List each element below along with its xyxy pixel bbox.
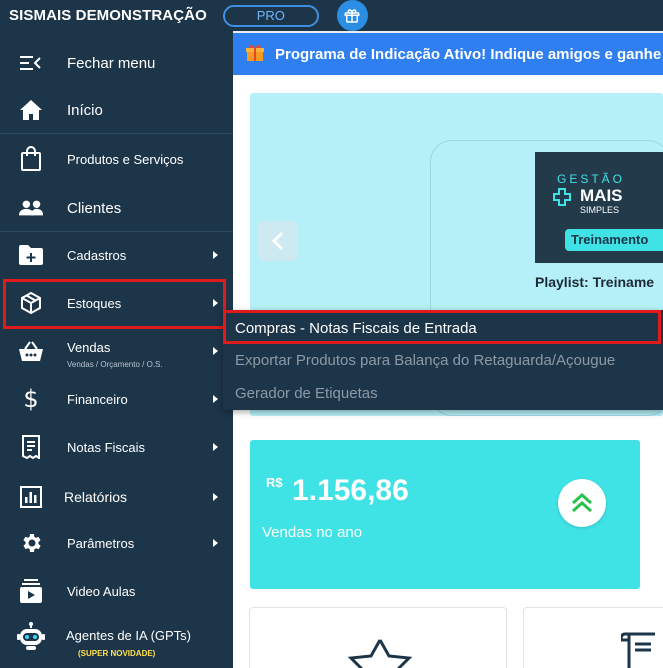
shopping-bag-icon [18,146,44,172]
scroll-up-button[interactable] [558,479,606,527]
sidebar-item-cadastros[interactable]: Cadastros [0,240,233,270]
video-library-icon [18,578,44,604]
chevron-right-icon [213,347,218,355]
top-bar: SISMAIS DEMONSTRAÇÃO PRO [0,0,663,31]
robot-icon [16,622,46,652]
sidebar-item-label: Produtos e Serviços [67,151,184,167]
sidebar-item-label: Video Aulas [67,583,136,599]
sidebar-divider [0,231,233,232]
sidebar-item-clients[interactable]: Clientes [0,193,233,223]
sales-label: Vendas no ano [262,524,363,541]
plan-badge[interactable]: PRO [222,4,319,27]
sidebar-item-label: Agentes de IA (GPTs) [66,628,192,643]
thumb-tag: Treinamento [565,229,663,251]
dollar-icon: $ [23,385,39,413]
gear-icon [18,530,44,556]
chevron-right-icon [213,251,218,259]
sidebar-item-label: Fechar menu [67,54,156,72]
sidebar-item-close-menu[interactable]: Fechar menu [0,48,233,78]
playlist-title-wrap: Playlist: Treiname [535,270,663,294]
currency-symbol: R$ [266,475,283,490]
gift-icon[interactable] [336,0,368,31]
estoques-highlight [3,279,226,329]
sidebar-item-ai-agents[interactable]: Agentes de IA (GPTs) [0,622,233,652]
gift-icon [245,42,265,66]
basket-icon [18,338,44,364]
carousel-prev-button[interactable] [258,221,298,261]
home-icon [18,97,44,123]
sidebar-item-products[interactable]: Produtos e Serviços [0,144,233,174]
sidebar-item-sublabel: Vendas / Orçamento / O.S. [67,360,163,369]
playlist-title[interactable]: Playlist: Treiname [535,274,654,290]
sidebar-divider [0,133,233,134]
sales-amount: 1.156,86 [292,474,409,507]
company-name: SISMAIS DEMONSTRAÇÃO [9,7,207,24]
sidebar-item-notas-fiscais[interactable]: Notas Fiscais [0,432,233,462]
star-icon [347,639,413,668]
thumb-line1: GESTÃO [557,172,626,186]
thumb-line2: MAIS [580,186,623,205]
sidebar-item-relatorios[interactable]: Relatórios [0,482,233,512]
chevron-right-icon [213,395,218,403]
sidebar-item-financeiro[interactable]: $ Financeiro [0,384,233,414]
chevron-right-icon [213,539,218,547]
shortcut-card[interactable] [249,607,507,668]
sidebar-item-home[interactable]: Início [0,95,233,125]
folder-plus-icon [18,242,44,268]
sidebar-item-label: Financeiro [67,391,128,407]
compras-highlight [223,310,661,344]
submenu-item-exportar-balanca[interactable]: Exportar Produtos para Balança do Retagu… [235,352,615,369]
sidebar-item-label: Cadastros [67,247,127,263]
sidebar-item-label: Parâmetros [67,535,135,551]
sidebar-item-parametros[interactable]: Parâmetros [0,528,233,558]
receipt-icon [18,434,44,460]
shortcut-card[interactable] [523,607,663,668]
video-thumbnail[interactable]: GESTÃO MAIS SIMPLES Treinamento [535,152,663,263]
new-feature-badge: (SUPER NOVIDADE) [78,649,156,658]
referral-banner[interactable]: Programa de Indicação Ativo! Indique ami… [233,33,663,75]
chevron-left-icon [271,231,284,251]
submenu-item-gerador-etiquetas[interactable]: Gerador de Etiquetas [235,385,378,402]
content-gutter [640,420,663,600]
sidebar-item-label: Relatórios [64,489,128,505]
sidebar-item-label: Início [67,101,103,119]
sidebar-item-label: Vendas [67,340,111,355]
thumb-line3: SIMPLES [580,205,620,215]
people-icon [18,195,44,221]
bar-chart-icon [18,484,44,510]
sidebar-item-label: Notas Fiscais [67,439,146,455]
sidebar-item-video-aulas[interactable]: Video Aulas [0,576,233,606]
menu-collapse-icon [18,50,44,76]
plus-icon [553,188,571,206]
document-icon [621,632,655,668]
sidebar-item-label: Clientes [67,199,122,217]
chevron-right-icon [213,443,218,451]
chevron-right-icon [213,493,218,501]
banner-text: Programa de Indicação Ativo! Indique ami… [275,45,663,63]
double-chevron-up-icon [572,492,592,513]
